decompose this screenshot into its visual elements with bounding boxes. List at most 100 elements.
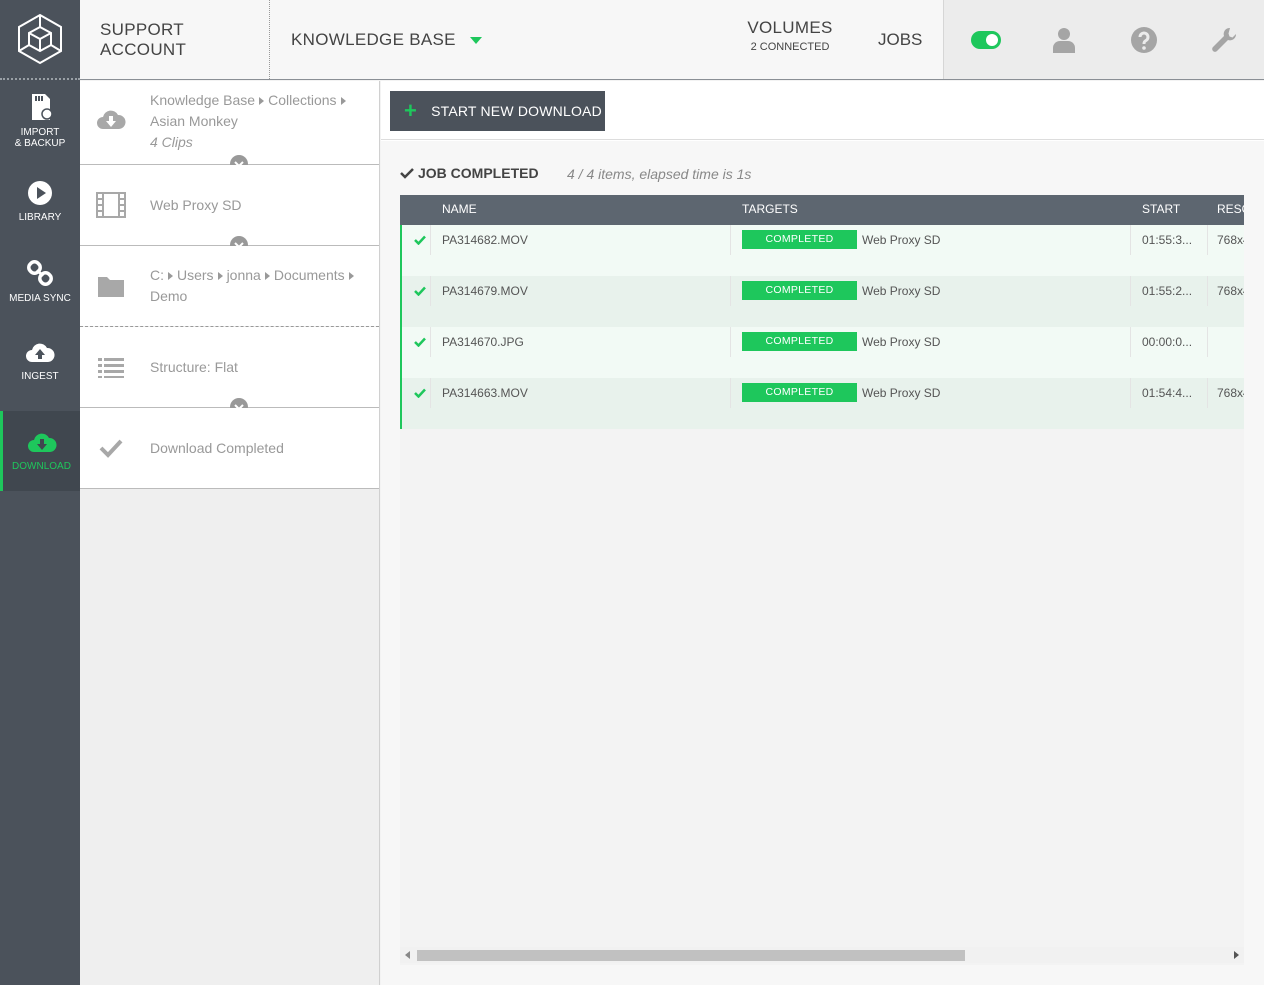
action-bar: + START NEW DOWNLOAD xyxy=(381,81,1264,140)
column-divider xyxy=(1130,225,1131,255)
top-header: SUPPORT ACCOUNT KNOWLEDGE BASE VOLUMES 2… xyxy=(80,0,1264,80)
help-icon xyxy=(1131,27,1157,53)
horizontal-scrollbar[interactable] xyxy=(400,947,1244,963)
column-divider xyxy=(430,378,431,408)
path-demo[interactable]: Demo xyxy=(150,286,187,307)
breadcrumb-arrow-icon xyxy=(264,272,270,281)
table-row[interactable]: PA314670.JPG COMPLETED Web Proxy SD 00:0… xyxy=(400,327,1244,378)
column-resolution[interactable]: RESO xyxy=(1217,195,1244,225)
step-divider xyxy=(80,488,379,489)
table-header: NAME TARGETS START RESO xyxy=(400,195,1244,225)
check-icon xyxy=(414,286,426,296)
job-content: JOB COMPLETED 4 / 4 items, elapsed time … xyxy=(381,141,1264,985)
scroll-left-icon[interactable] xyxy=(405,951,410,959)
cube-logo-icon xyxy=(18,13,62,65)
row-start: 01:55:2... xyxy=(1142,284,1193,298)
scrollbar-thumb[interactable] xyxy=(417,950,965,961)
column-divider xyxy=(1207,378,1208,408)
column-name[interactable]: NAME xyxy=(442,195,477,225)
job-status-label: JOB COMPLETED xyxy=(418,165,539,181)
header-tools xyxy=(943,0,1264,79)
app-logo[interactable] xyxy=(0,0,80,80)
knowledge-base-label: KNOWLEDGE BASE xyxy=(291,29,456,49)
toggle-switch[interactable] xyxy=(968,22,1004,58)
start-new-download-label: START NEW DOWNLOAD xyxy=(431,103,602,119)
breadcrumb-arrow-icon xyxy=(217,272,223,281)
breadcrumb-arrow-icon xyxy=(259,97,265,106)
column-divider xyxy=(430,327,431,357)
column-start[interactable]: START xyxy=(1142,195,1180,225)
column-divider xyxy=(730,225,731,255)
table-row[interactable]: PA314679.MOV COMPLETED Web Proxy SD 01:5… xyxy=(400,276,1244,327)
check-icon xyxy=(414,337,426,347)
row-name: PA314679.MOV xyxy=(442,284,528,298)
step-format[interactable]: Web Proxy SD xyxy=(80,165,379,245)
plus-icon: + xyxy=(404,98,418,123)
check-icon xyxy=(414,235,426,245)
format-label: Web Proxy SD xyxy=(150,197,242,213)
row-target: Web Proxy SD xyxy=(862,335,941,349)
breadcrumb-knowledge-base[interactable]: Knowledge Base xyxy=(150,90,255,111)
list-icon xyxy=(96,353,126,383)
user-icon xyxy=(1053,28,1075,53)
nav-media-sync[interactable]: MEDIA SYNC xyxy=(0,241,80,321)
breadcrumb-asian-monkey[interactable]: Asian Monkey xyxy=(150,111,238,132)
nav-ingest-label: INGEST xyxy=(21,370,59,382)
status-badge: COMPLETED xyxy=(742,281,857,300)
path-documents[interactable]: Documents xyxy=(274,265,345,286)
nav-download-label: DOWNLOAD xyxy=(12,460,71,472)
column-divider xyxy=(1207,225,1208,255)
row-name: PA314670.JPG xyxy=(442,335,524,349)
checkmark-icon xyxy=(96,433,126,463)
step-source[interactable]: Knowledge Base Collections Asian Monkey 4… xyxy=(80,81,379,164)
toggle-icon xyxy=(971,31,1001,49)
volumes-title: VOLUMES xyxy=(747,18,833,37)
table-row[interactable]: PA314663.MOV COMPLETED Web Proxy SD 01:5… xyxy=(400,378,1244,429)
settings-button[interactable] xyxy=(1206,22,1242,58)
status-badge: COMPLETED xyxy=(742,230,857,249)
row-target: Web Proxy SD xyxy=(862,284,941,298)
link-icon xyxy=(27,259,53,286)
film-icon xyxy=(96,190,126,220)
path-jonna[interactable]: jonna xyxy=(227,265,261,286)
wrench-icon xyxy=(1212,27,1237,52)
table-row[interactable]: PA314682.MOV COMPLETED Web Proxy SD 01:5… xyxy=(400,225,1244,276)
column-targets[interactable]: TARGETS xyxy=(742,195,798,225)
check-icon xyxy=(414,388,426,398)
left-nav: IMPORT & BACKUP LIBRARY MEDIA SYNC INGES… xyxy=(0,0,80,985)
start-new-download-button[interactable]: + START NEW DOWNLOAD xyxy=(390,91,605,131)
nav-library[interactable]: LIBRARY xyxy=(0,161,80,241)
nav-download[interactable]: DOWNLOAD xyxy=(0,411,80,491)
volumes-button[interactable]: VOLUMES 2 CONNECTED xyxy=(740,18,840,53)
account-menu[interactable]: SUPPORT ACCOUNT xyxy=(80,0,270,79)
column-divider xyxy=(1130,327,1131,357)
path-users[interactable]: Users xyxy=(177,265,214,286)
status-badge: COMPLETED xyxy=(742,332,857,351)
step-structure[interactable]: Structure: Flat xyxy=(80,327,379,407)
nav-media-sync-label: MEDIA SYNC xyxy=(9,292,71,304)
nav-import-label-1: IMPORT xyxy=(20,127,60,138)
folder-icon xyxy=(96,271,126,301)
step-destination[interactable]: C: Users jonna Documents Demo xyxy=(80,246,379,326)
step-status: Download Completed xyxy=(80,408,379,488)
help-button[interactable] xyxy=(1126,22,1162,58)
column-divider xyxy=(1207,276,1208,306)
nav-import-backup[interactable]: IMPORT & BACKUP xyxy=(0,81,80,161)
knowledge-base-dropdown[interactable]: KNOWLEDGE BASE xyxy=(291,0,482,79)
clip-count: 4 Clips xyxy=(150,134,193,150)
user-button[interactable] xyxy=(1046,22,1082,58)
column-divider xyxy=(730,327,731,357)
nav-library-label: LIBRARY xyxy=(18,211,62,223)
jobs-button[interactable]: JOBS xyxy=(878,0,922,79)
row-target: Web Proxy SD xyxy=(862,233,941,247)
nav-ingest[interactable]: INGEST xyxy=(0,321,80,401)
row-resolution: 768x4 xyxy=(1217,284,1244,298)
breadcrumb-collections[interactable]: Collections xyxy=(268,90,336,111)
row-start: 01:54:4... xyxy=(1142,386,1193,400)
nav-import-label-2: & BACKUP xyxy=(14,138,66,149)
scroll-right-icon[interactable] xyxy=(1234,951,1239,959)
row-resolution: 768x4 xyxy=(1217,233,1244,247)
row-name: PA314682.MOV xyxy=(442,233,528,247)
column-divider xyxy=(730,276,731,306)
path-c[interactable]: C: xyxy=(150,265,164,286)
